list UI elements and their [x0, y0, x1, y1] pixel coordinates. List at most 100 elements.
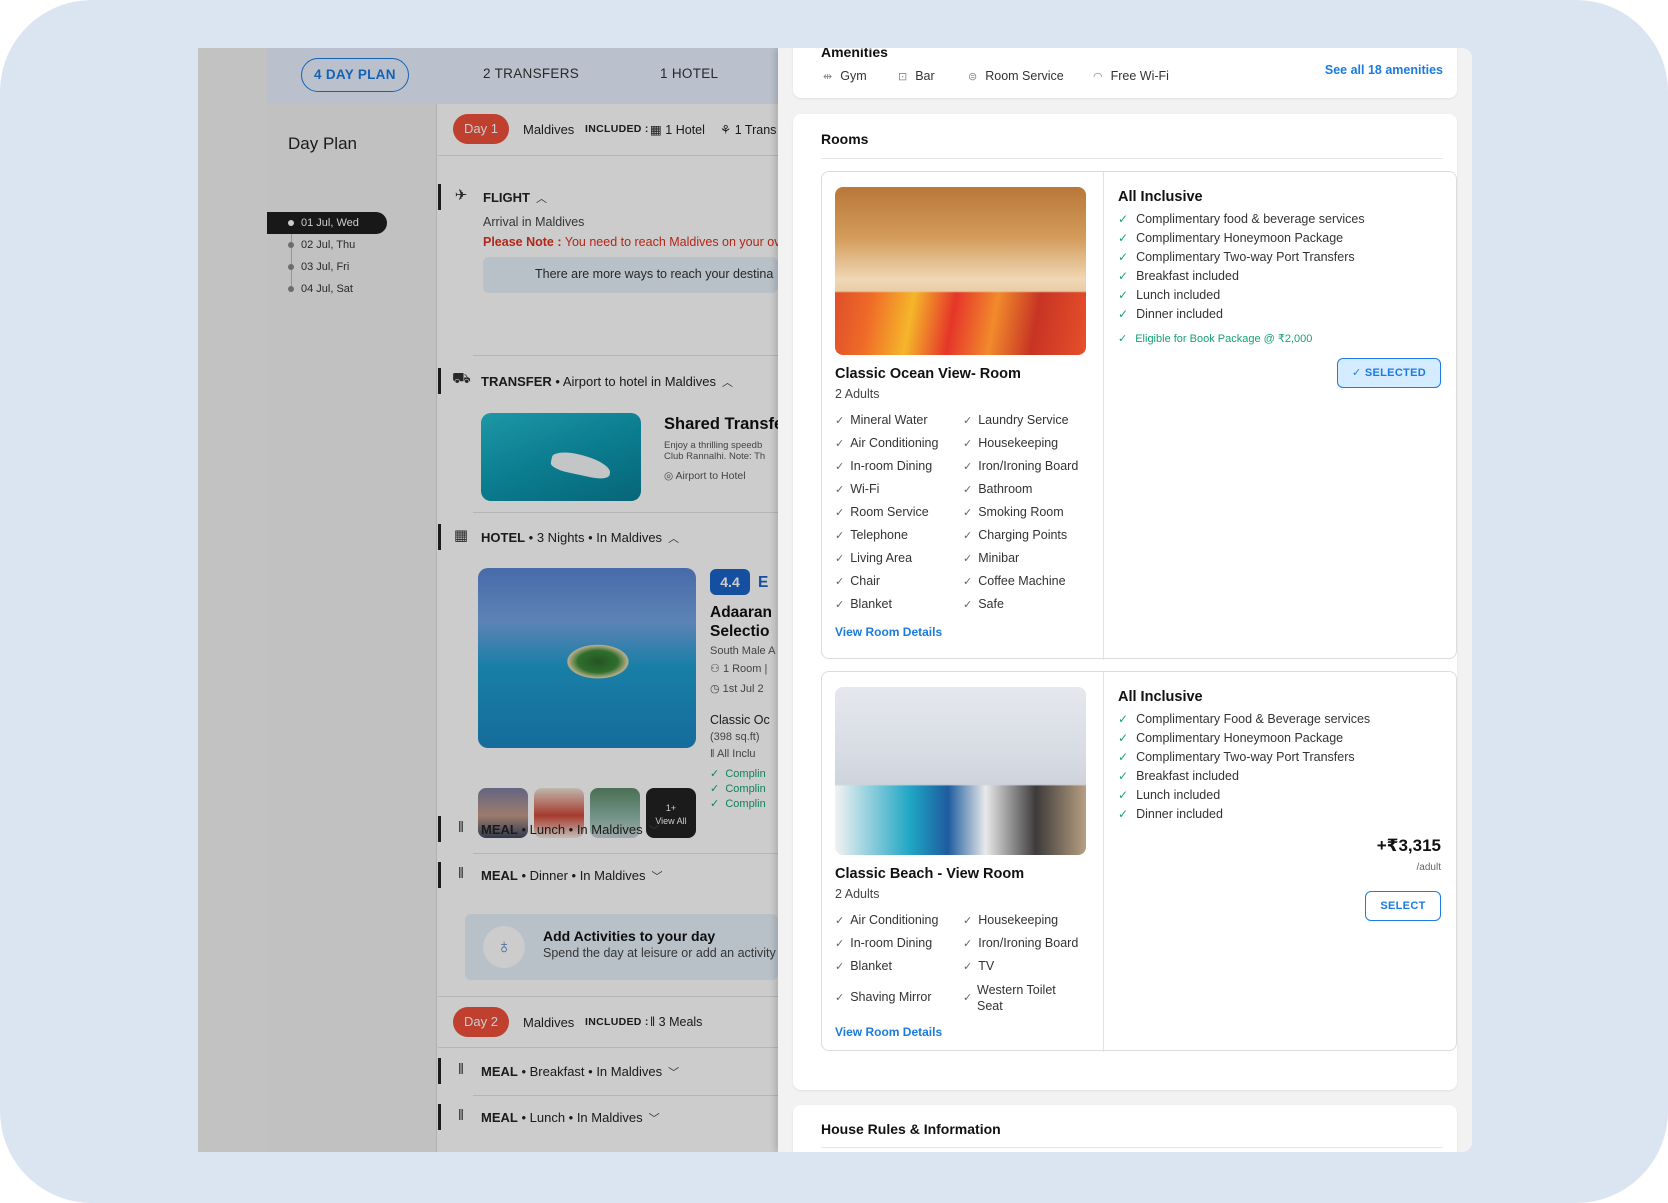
room-service-icon: ⊜ [968, 71, 978, 83]
wifi-icon: ◠ [1093, 71, 1103, 83]
check-icon: ✓ [1118, 788, 1129, 802]
check-icon: ✓ [963, 599, 973, 611]
amenity-label: Gym [840, 69, 867, 83]
check-icon: ✓ [963, 461, 973, 473]
feature-label: Housekeeping [978, 913, 1059, 927]
feature-label: TV [978, 959, 995, 973]
check-icon: ✓ [835, 461, 845, 473]
check-icon: ✓ [835, 415, 845, 427]
check-icon: ✓ [1118, 231, 1129, 245]
plan-item-label: Lunch included [1136, 288, 1221, 302]
check-icon: ✓ [963, 530, 973, 542]
check-icon: ✓ [963, 415, 973, 427]
plan-item-label: Lunch included [1136, 788, 1221, 802]
room-feature: ✓ Safe [963, 597, 1004, 611]
view-room-details-link[interactable]: View Room Details [835, 625, 942, 639]
amenity-label: Bar [915, 69, 935, 83]
see-all-amenities-link[interactable]: See all 18 amenities [1325, 63, 1443, 77]
plan-title: All Inclusive [1118, 189, 1203, 205]
check-icon: ✓ [1118, 769, 1129, 783]
plan-item: ✓ Complimentary food & beverage services [1118, 212, 1365, 226]
room-price: +₹3,315 [1376, 836, 1441, 855]
check-icon: ✓ [963, 438, 973, 450]
plan-item: ✓ Complimentary Two-way Port Transfers [1118, 750, 1355, 764]
check-icon: ✓ [835, 438, 845, 450]
check-icon: ✓ [1118, 750, 1129, 764]
check-icon: ✓ [1118, 712, 1129, 726]
check-icon: ✓ [1118, 807, 1129, 821]
view-room-details-link[interactable]: View Room Details [835, 1025, 942, 1039]
check-icon: ✓ [835, 915, 845, 927]
amenity-wifi: ◠ Free Wi-Fi [1093, 69, 1169, 83]
room-feature: ✓ In-room Dining [835, 936, 932, 950]
check-icon: ✓ [1118, 307, 1129, 321]
plan-item: ✓ Dinner included [1118, 307, 1223, 321]
app-screen: 4 DAY PLAN 2 TRANSFERS 1 HOTEL Day Plan … [198, 48, 1472, 1152]
plan-item: ✓ Lunch included [1118, 288, 1220, 302]
check-icon: ✓ [963, 553, 973, 565]
rooms-title: Rooms [821, 131, 869, 147]
room-feature: ✓ Living Area [835, 551, 912, 565]
divider [821, 158, 1443, 159]
room-card-2: Classic Beach - View Room 2 Adults ✓ Air … [821, 671, 1457, 1052]
select-button[interactable]: SELECT [1365, 891, 1441, 921]
check-icon: ✓ [963, 992, 973, 1004]
check-icon: ✓ [835, 553, 845, 565]
house-rules-title: House Rules & Information [821, 1121, 1001, 1137]
amenities-card: Amenities ⇹ Gym ⊡ Bar ⊜ Room Service ◠ Free … [793, 48, 1457, 98]
feature-label: Room Service [850, 505, 929, 519]
feature-label: Smoking Room [978, 505, 1064, 519]
room-feature: ✓ Iron/Ironing Board [963, 459, 1078, 473]
room-feature: ✓ Air Conditioning [835, 913, 938, 927]
feature-label: Minibar [978, 551, 1020, 565]
room-feature: ✓ Bathroom [963, 482, 1032, 496]
check-icon: ✓ [963, 938, 973, 950]
selected-button[interactable]: ✓ SELECTED [1337, 358, 1441, 388]
check-icon: ✓ [1118, 333, 1128, 345]
room-feature: ✓ Iron/Ironing Board [963, 936, 1078, 950]
room-card-1: Classic Ocean View- Room 2 Adults ✓ Miner… [821, 171, 1457, 660]
check-icon: ✓ [835, 530, 845, 542]
room-feature: ✓ TV [963, 959, 994, 973]
feature-label: Coffee Machine [978, 574, 1066, 588]
room-2-guests: 2 Adults [835, 887, 880, 901]
plan-item: ✓ Complimentary Food & Beverage services [1118, 712, 1370, 726]
room-divider [1103, 172, 1104, 660]
feature-label: Air Conditioning [850, 913, 939, 927]
room-feature: ✓ Mineral Water [835, 413, 928, 427]
feature-label: Chair [850, 574, 881, 588]
check-icon: ✓ [835, 576, 845, 588]
feature-label: Shaving Mirror [850, 990, 932, 1004]
room-2-name: Classic Beach - View Room [835, 866, 1025, 882]
room-feature: ✓ Telephone [835, 528, 908, 542]
rooms-card: Rooms Classic Ocean View- Room 2 Adults … [793, 114, 1457, 1090]
amenity-label: Room Service [985, 69, 1064, 83]
feature-label: Safe [978, 597, 1004, 611]
eligible-text: Eligible for Book Package @ ₹2,000 [1135, 333, 1313, 345]
device-frame: 4 DAY PLAN 2 TRANSFERS 1 HOTEL Day Plan … [0, 0, 1668, 1203]
itinerary-panel: 4 DAY PLAN 2 TRANSFERS 1 HOTEL Day Plan … [198, 48, 778, 1152]
plan-item: ✓ Complimentary Two-way Port Transfers [1118, 250, 1355, 264]
divider [821, 1147, 1443, 1148]
room-1-image[interactable] [835, 187, 1086, 355]
plan-item: ✓ Lunch included [1118, 788, 1220, 802]
feature-label: Iron/Ironing Board [978, 936, 1079, 950]
check-icon: ✓ [1118, 212, 1129, 226]
feature-label: Living Area [850, 551, 913, 565]
room-2-image[interactable] [835, 687, 1086, 855]
plan-item: ✓ Breakfast included [1118, 269, 1239, 283]
plan-item: ✓ Complimentary Honeymoon Package [1118, 731, 1343, 745]
amenity-bar: ⊡ Bar [898, 69, 935, 83]
room-feature: ✓ Coffee Machine [963, 574, 1066, 588]
room-feature: ✓ Housekeeping [963, 436, 1058, 450]
modal-backdrop[interactable] [198, 48, 778, 1152]
plan-item: ✓ Complimentary Honeymoon Package [1118, 231, 1343, 245]
room-feature: ✓ Shaving Mirror [835, 990, 932, 1004]
feature-label: Laundry Service [978, 413, 1069, 427]
check-icon: ✓ [963, 961, 973, 973]
room-feature: ✓ Room Service [835, 505, 929, 519]
feature-label: Iron/Ironing Board [978, 459, 1079, 473]
plan-item-label: Complimentary Two-way Port Transfers [1136, 250, 1355, 264]
feature-label: Bathroom [978, 482, 1033, 496]
room-feature: ✓ Blanket [835, 959, 892, 973]
